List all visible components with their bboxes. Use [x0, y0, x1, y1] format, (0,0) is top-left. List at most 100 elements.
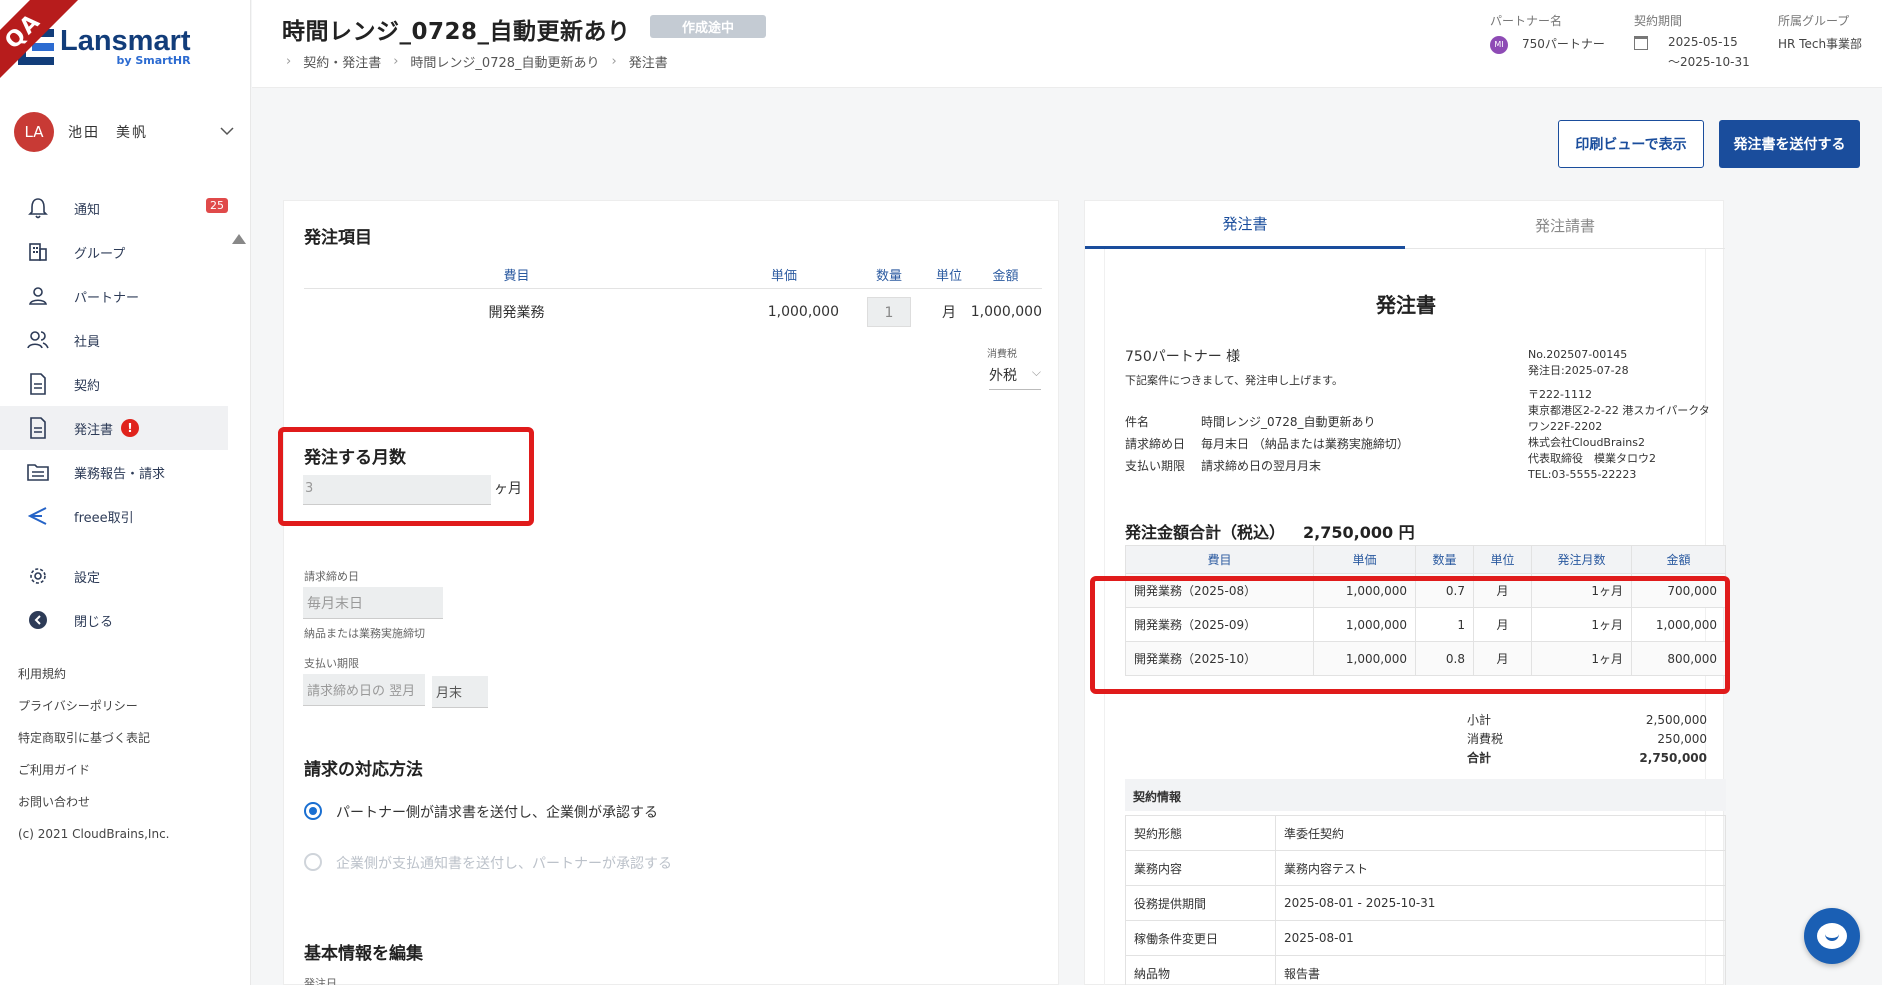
- kv-value: 時間レンジ_0728_自動更新あり: [1201, 415, 1376, 429]
- sidebar-item-groups[interactable]: グループ: [0, 230, 228, 274]
- close-date-field[interactable]: 毎月末日: [303, 587, 443, 619]
- partner-name[interactable]: 750パートナー: [1522, 37, 1605, 51]
- chevron-right-icon: ›: [611, 54, 617, 69]
- grand-total-row: 合計 2,750,000: [1467, 749, 1707, 768]
- brand-name: Lansmart: [60, 25, 191, 57]
- due-row: 支払い期限 請求締め日の翌月月末: [1125, 457, 1321, 474]
- info-key: 契約形態: [1125, 815, 1276, 851]
- notification-count-badge: 25: [206, 198, 228, 213]
- footer-link-commerce[interactable]: 特定商取引に基づく表記: [18, 728, 170, 760]
- billing-method-radio-company[interactable]: [304, 853, 322, 871]
- sidebar-item-partners[interactable]: パートナー: [0, 274, 228, 318]
- amount-summary: 小計 2,500,000 消費税 250,000 合計 2,750,000: [1467, 711, 1707, 768]
- kv-key: 件名: [1125, 415, 1150, 429]
- tax-row: 消費税 250,000: [1467, 730, 1707, 749]
- sidebar-item-contracts[interactable]: 契約: [0, 362, 228, 406]
- footer-links: 利用規約 プライバシーポリシー 特定商取引に基づく表記 ご利用ガイド お問い合わ…: [18, 664, 170, 856]
- chevron-right-icon: ›: [393, 54, 399, 69]
- subtotal-row: 小計 2,500,000: [1467, 711, 1707, 730]
- sidebar-item-label: 閉じる: [74, 614, 114, 630]
- info-key: 役務提供期間: [1125, 885, 1276, 921]
- chat-icon: [1817, 923, 1847, 949]
- period-meta: 契約期間 2025-05-15 〜2025-10-31: [1634, 12, 1750, 70]
- total-value: 2,750,000 円: [1303, 523, 1415, 542]
- freee-icon: [26, 504, 50, 528]
- header-price: 単価: [770, 269, 797, 284]
- chevron-down-icon[interactable]: [220, 124, 234, 140]
- breadcrumb-item[interactable]: 契約・発注書: [303, 52, 381, 71]
- sidebar-item-freee[interactable]: freee取引: [0, 494, 228, 538]
- chat-button[interactable]: [1804, 908, 1860, 964]
- footer-link-contact[interactable]: お問い合わせ: [18, 792, 170, 824]
- subtotal-label: 小計: [1467, 713, 1492, 727]
- subtotal-value: 2,500,000: [1645, 713, 1707, 727]
- header-unit: 単位: [1473, 545, 1532, 574]
- sidebar-item-close[interactable]: 閉じる: [0, 598, 228, 642]
- copyright: (c) 2021 CloudBrains,Inc.: [18, 827, 170, 841]
- sidebar-item-notifications[interactable]: 通知 25: [0, 186, 228, 230]
- breadcrumb-item[interactable]: 時間レンジ_0728_自動更新あり: [410, 52, 599, 71]
- send-order-button[interactable]: 発注書を送付する: [1719, 120, 1860, 168]
- quantity-field[interactable]: 1: [867, 297, 911, 327]
- table-row: 契約形態 準委任契約: [1125, 815, 1726, 851]
- sidebar-item-settings[interactable]: 設定: [0, 554, 228, 598]
- tax-value: 外税: [989, 368, 1017, 384]
- sidebar-item-reports-billing[interactable]: 業務報告・請求: [0, 450, 228, 494]
- sidebar: QA Lansmart by SmartHR LA 池田 美帆 通知 25 グル: [0, 0, 251, 985]
- billing-method-radio-partner[interactable]: [304, 802, 322, 820]
- people-icon: [26, 328, 50, 352]
- kv-key: 請求締め日: [1125, 437, 1186, 451]
- order-number: No.202507-00145: [1528, 348, 1628, 361]
- sidebar-item-employees[interactable]: 社員: [0, 318, 228, 362]
- chevron-right-icon: ›: [286, 54, 292, 69]
- highlight-box: [278, 427, 534, 526]
- grand-total-label: 合計: [1467, 751, 1492, 765]
- table-row: 納品物 報告書: [1125, 955, 1726, 985]
- breadcrumb-item: 発注書: [628, 56, 668, 71]
- sidebar-item-label: 業務報告・請求: [74, 466, 166, 482]
- postal-code: 〒222-1112: [1528, 388, 1592, 401]
- print-view-button[interactable]: 印刷ビューで表示: [1558, 120, 1704, 168]
- sidebar-item-label: 通知: [74, 202, 101, 218]
- close-date-label: 請求締め日: [304, 570, 359, 583]
- order-items-table: 費目 単価 数量 単位 金額 開発業務 1,000,000 1 月 1,000,…: [304, 261, 1042, 335]
- order-total: 発注金額合計（税込） 2,750,000 円: [1125, 519, 1415, 543]
- person-icon: [26, 284, 50, 308]
- period-start: 2025-05-15: [1668, 35, 1738, 49]
- header-item: 費目: [503, 269, 530, 284]
- period-end: 〜2025-10-31: [1668, 54, 1750, 69]
- status-badge: 作成途中: [650, 15, 767, 38]
- telephone: TEL:03-5555-22223: [1528, 468, 1637, 481]
- order-items-title: 発注項目: [304, 228, 372, 248]
- info-value: 業務内容テスト: [1275, 850, 1726, 886]
- tab-order-acknowledgement[interactable]: 発注請書: [1405, 201, 1725, 249]
- tax-label: 消費税: [1467, 732, 1504, 746]
- due-date-field[interactable]: 請求締め日の 翌月: [303, 674, 425, 706]
- user-name: 池田 美帆: [68, 125, 148, 141]
- due-day-select[interactable]: 月末: [432, 676, 488, 708]
- contract-info-table: 契約形態 準委任契約 業務内容 業務内容テスト 役務提供期間 2025-08-01 -…: [1125, 815, 1726, 985]
- avatar: LA: [14, 112, 54, 152]
- sidebar-item-purchase-orders[interactable]: 発注書 !: [0, 406, 228, 450]
- scroll-up-icon[interactable]: [232, 234, 246, 244]
- group-name: HR Tech事業部: [1778, 37, 1863, 51]
- header-months: 発注月数: [1531, 545, 1632, 574]
- info-key: 稼働条件変更日: [1125, 920, 1276, 956]
- kv-value: 毎月末日 （納品または業務実施締切）: [1201, 437, 1409, 451]
- alert-badge: !: [121, 419, 140, 437]
- order-form-card: 発注項目 費目 単価 数量 単位 金額 開発業務 1,000,000 1 月 1…: [283, 200, 1059, 985]
- footer-link-privacy[interactable]: プライバシーポリシー: [18, 696, 170, 728]
- header-amount: 金額: [1631, 545, 1726, 574]
- sidebar-item-label: 社員: [74, 334, 101, 350]
- footer-link-terms[interactable]: 利用規約: [18, 664, 170, 696]
- user-menu[interactable]: LA 池田 美帆: [14, 112, 234, 152]
- tax-select[interactable]: 外税 ⌵: [989, 365, 1041, 390]
- preview-tabs: 発注書 発注請書: [1085, 201, 1725, 249]
- footer-link-guide[interactable]: ご利用ガイド: [18, 760, 170, 792]
- table-row: 役務提供期間 2025-08-01 - 2025-10-31: [1125, 885, 1726, 921]
- tab-purchase-order[interactable]: 発注書: [1085, 201, 1405, 249]
- page-title: 時間レンジ_0728_自動更新あり: [282, 19, 631, 45]
- kv-value: 請求締め日の翌月月末: [1201, 459, 1322, 473]
- total-label: 発注金額合計（税込）: [1125, 523, 1286, 542]
- sidebar-item-label: グループ: [74, 246, 126, 262]
